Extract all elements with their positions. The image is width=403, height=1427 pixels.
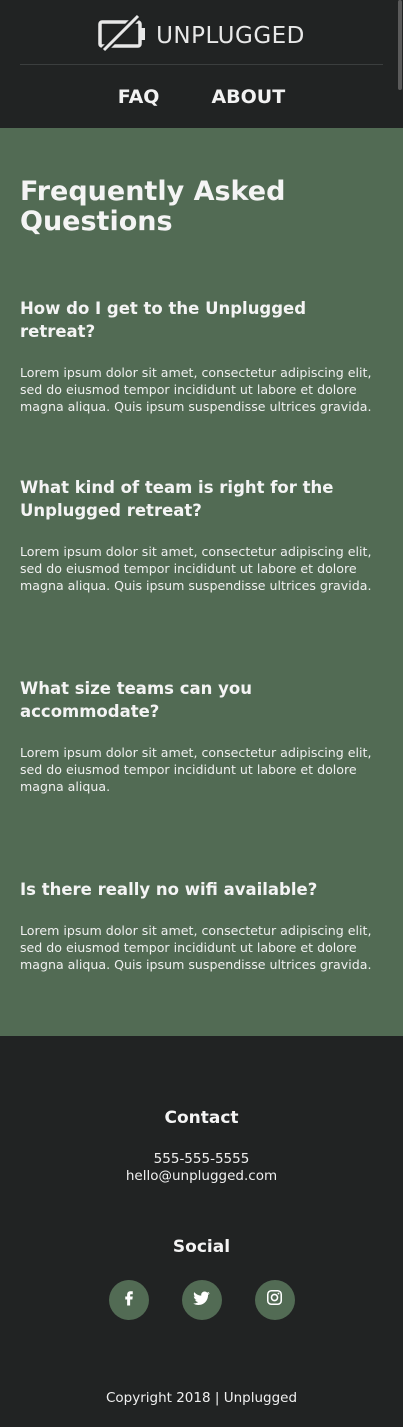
logo-text: UNPLUGGED — [156, 22, 305, 49]
faq-answer: Lorem ipsum dolor sit amet, consectetur … — [20, 745, 372, 794]
site-header: UNPLUGGED FAQ ABOUT — [0, 0, 403, 128]
copyright: Copyright 2018 | Unplugged — [105, 1390, 298, 1406]
header-divider — [20, 64, 383, 65]
facebook-button[interactable] — [108, 1280, 149, 1320]
scrollbar[interactable] — [398, 0, 402, 90]
faq-question: What kind of team is right for the Unplu… — [20, 478, 334, 520]
nav-link-faq[interactable]: FAQ — [118, 86, 160, 108]
faq-question: Is there really no wifi available? — [20, 880, 318, 899]
twitter-button[interactable] — [181, 1280, 222, 1320]
faq-answer: Lorem ipsum dolor sit amet, consectetur … — [20, 923, 372, 972]
twitter-icon — [192, 1289, 211, 1312]
site-footer: Contact 555-555-5555 hello@unplugged.com… — [0, 1036, 403, 1427]
faq-item: Is there really no wifi available? Lorem… — [20, 878, 383, 973]
nav-link-about[interactable]: ABOUT — [211, 86, 285, 108]
page-title: Frequently Asked Questions — [20, 176, 286, 237]
logo[interactable]: UNPLUGGED — [0, 13, 403, 57]
faq-question: How do I get to the Unplugged retreat? — [20, 299, 307, 341]
social-links — [0, 1280, 403, 1320]
faq-item: What kind of team is right for the Unplu… — [20, 476, 383, 594]
social-heading: Social — [172, 1237, 231, 1257]
instagram-icon — [266, 1289, 283, 1311]
faq-question: What size teams can you accommodate? — [20, 679, 252, 721]
faq-item: How do I get to the Unplugged retreat? L… — [20, 297, 383, 415]
contact-heading: Contact — [164, 1108, 239, 1128]
faq-answer: Lorem ipsum dolor sit amet, consectetur … — [20, 365, 372, 414]
faq-answer: Lorem ipsum dolor sit amet, consectetur … — [20, 544, 372, 593]
contact-email[interactable]: hello@unplugged.com — [0, 1168, 403, 1184]
battery-off-icon — [98, 13, 148, 57]
main-nav: FAQ ABOUT — [0, 86, 403, 108]
instagram-button[interactable] — [254, 1280, 295, 1320]
contact-phone[interactable]: 555-555-5555 — [0, 1151, 403, 1167]
facebook-icon — [120, 1289, 138, 1312]
faq-section: Frequently Asked Questions How do I get … — [0, 128, 403, 1036]
faq-item: What size teams can you accommodate? Lor… — [20, 677, 383, 795]
